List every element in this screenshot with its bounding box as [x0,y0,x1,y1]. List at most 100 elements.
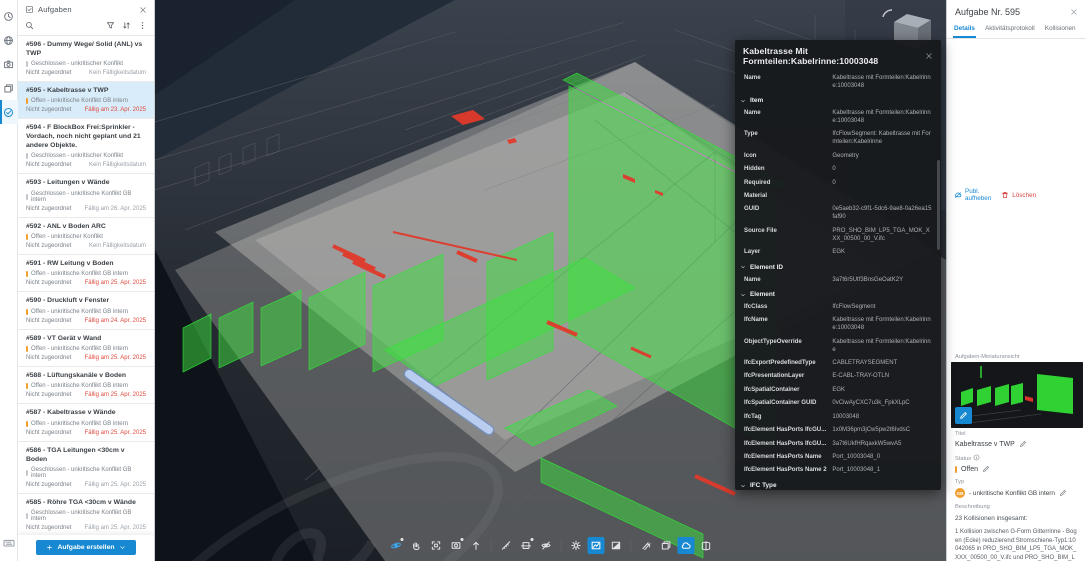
tab-details[interactable]: Details [953,22,976,38]
edit-title-icon[interactable] [1019,440,1027,448]
task-card-588[interactable]: #588 - Lüftungskanäle v Boden Offen - unk… [18,367,154,405]
property-label: Layer [744,248,761,256]
task-card-590[interactable]: #590 - Druckluft v Fenster Offen - unkrit… [18,292,154,330]
rail-item-keyboard[interactable] [0,531,18,555]
property-section[interactable]: IFC Type [735,477,941,490]
property-label: Icon [744,151,757,159]
rail-item-globe[interactable] [0,28,18,52]
chevron-down-icon [740,292,746,298]
property-label: Name [744,275,761,283]
property-label: Name [744,73,761,81]
task-status-label: Offen - unkritische Konflikt GB intern [31,420,128,427]
property-label: IfcSpatialContainer GUID [744,399,817,407]
toolbar-ghost-icon[interactable] [637,537,654,554]
description-intro: 23 Kollisionen insgesamt: [955,515,1028,522]
toolbar-contrast-icon[interactable] [607,537,624,554]
tab-aktivitätsprotokoll[interactable]: Aktivitätsprotokoll [984,22,1036,38]
edit-status-icon[interactable] [982,465,990,473]
close-details-icon[interactable] [1070,8,1078,16]
task-status: Offen - unkritische Konflikt GB intern [26,98,146,105]
toolbar-divider [630,539,631,552]
chevron-down-icon [740,98,746,104]
toolbar-measure-icon[interactable] [497,537,514,554]
close-tasks-panel-icon[interactable] [139,6,147,14]
search-icon[interactable] [25,21,34,30]
filter-icon[interactable] [106,21,115,30]
toolbar-pan-icon[interactable] [407,537,424,554]
property-section[interactable]: Item [735,92,941,106]
property-value: 1x0M36pm3jCw5pw2t6IvdsC [832,427,911,434]
task-assignee: Nicht zugeordnet [26,392,72,399]
property-section[interactable]: Element [735,286,941,300]
task-assignee: Nicht zugeordnet [26,107,72,114]
orbit-icon [390,540,401,551]
toolbar-hide-icon[interactable] [537,537,554,554]
edit-type-icon[interactable] [1059,489,1067,497]
status-field-label: Status [947,451,1086,464]
property-label: GUID [744,205,760,213]
property-row: Layer EGK [735,246,941,259]
kebab-menu-icon[interactable] [138,21,147,30]
tasks-panel: Aufgaben #596 - Dummy Wege/ Solid (ANL) … [18,0,155,561]
toolbar-fit-icon[interactable] [427,537,444,554]
toolbar-map-icon[interactable] [697,537,714,554]
rail-item-layers[interactable] [0,76,18,100]
unpublish-button[interactable]: Publ. aufheben [954,188,991,202]
property-value: CABLETRAYSEGMENT [832,360,898,367]
type-field: GB - unkritische Konflikt GB intern [947,487,1086,501]
task-status-label: Geschlossen - unkritische Konflikt GB in… [31,466,132,479]
property-label: IfcElement HasPorts Name [744,452,822,460]
toolbar-walk-icon[interactable] [467,537,484,554]
property-value: 0 [832,166,836,173]
cloud-icon [680,540,691,551]
property-value: Kabeltrasse mit Formteilen:Kabelrinne:10… [832,109,931,125]
toolbar-screenshot-icon[interactable] [447,537,464,554]
tab-kollisionen[interactable]: Kollisionen [1044,22,1077,38]
property-row: Hidden 0 [735,163,941,176]
task-card-589[interactable]: #589 - VT Gerät v Wand Offen - unkritisch… [18,330,154,368]
rail-item-camera[interactable] [0,52,18,76]
edit-thumbnail-button[interactable] [955,407,972,424]
task-due-date: Fällig am 25. Apr. 2025 [84,481,146,488]
task-card-587[interactable]: #587 - Kabeltrasse v Wände Offen - unkrit… [18,404,154,442]
details-kebab-icon[interactable] [1041,45,1086,345]
elevation-icon [590,540,601,551]
sort-icon[interactable] [122,21,131,30]
properties-scrollbar[interactable] [937,160,940,250]
property-value: Port_10003048_0 [832,453,881,460]
task-card-585[interactable]: #585 - Röhre TGA <30cm v Wände Geschlosse… [18,494,154,538]
task-due-date: Fällig am 25. Apr. 2025 [84,280,146,287]
toolbar-layers-icon[interactable] [657,537,674,554]
toolbar-elevation-icon[interactable] [587,537,604,554]
task-card-593[interactable]: #593 - Leitungen v Wände Geschlossen - un… [18,174,154,218]
delete-button[interactable]: Löschen [1001,191,1036,199]
property-value: 3a7t6r5Utf3BnsGeOatK2Y [832,276,904,283]
create-task-button[interactable]: Aufgabe erstellen [36,540,136,555]
toolbar-settings-icon[interactable] [567,537,584,554]
check-circle-icon [3,107,14,118]
rail-item-history[interactable] [0,4,18,28]
description-block: 23 Kollisionen insgesamt: 1 Kollision zw… [947,512,1086,561]
task-card-595[interactable]: #595 - Kabeltrasse v TWP Offen - unkritis… [18,82,154,120]
toolbar-section-icon[interactable] [517,537,534,554]
task-title: #587 - Kabeltrasse v Wände [26,409,116,417]
property-row: Name Kabeltrasse mit Formteilen:Kabelrinn… [735,71,941,92]
property-label: Material [744,191,768,199]
close-properties-icon[interactable] [925,52,933,60]
toolbar-divider [560,539,561,552]
chevron-down-icon [740,264,746,270]
viewport-toolbar [387,537,714,554]
property-section[interactable]: Element ID [735,259,941,273]
plus-icon [46,544,53,551]
rail-item-check-circle[interactable] [0,100,18,124]
task-card-586[interactable]: #586 - TGA Leitungen <30cm v Boden Geschl… [18,442,154,494]
task-card-591[interactable]: #591 - RW Leitung v Boden Offen - unkriti… [18,255,154,293]
toolbar-cloud-icon[interactable] [677,537,694,554]
task-card-592[interactable]: #592 - ANL v Boden ARC Offen - unkritisch… [18,218,154,256]
task-card-594[interactable]: #594 - F BlockBox Frei:Sprinkler - Vorda… [18,119,154,175]
task-card-596[interactable]: #596 - Dummy Wege/ Solid (ANL) vs TWP Ges… [18,36,154,83]
task-meta: Nicht zugeordnet Fällig am 25. Apr. 2025 [26,392,146,398]
fit-icon [430,540,441,551]
toolbar-orbit-icon[interactable] [387,537,404,554]
property-row: IfcElement HasPorts Name Port_10003048_0 [735,450,941,463]
